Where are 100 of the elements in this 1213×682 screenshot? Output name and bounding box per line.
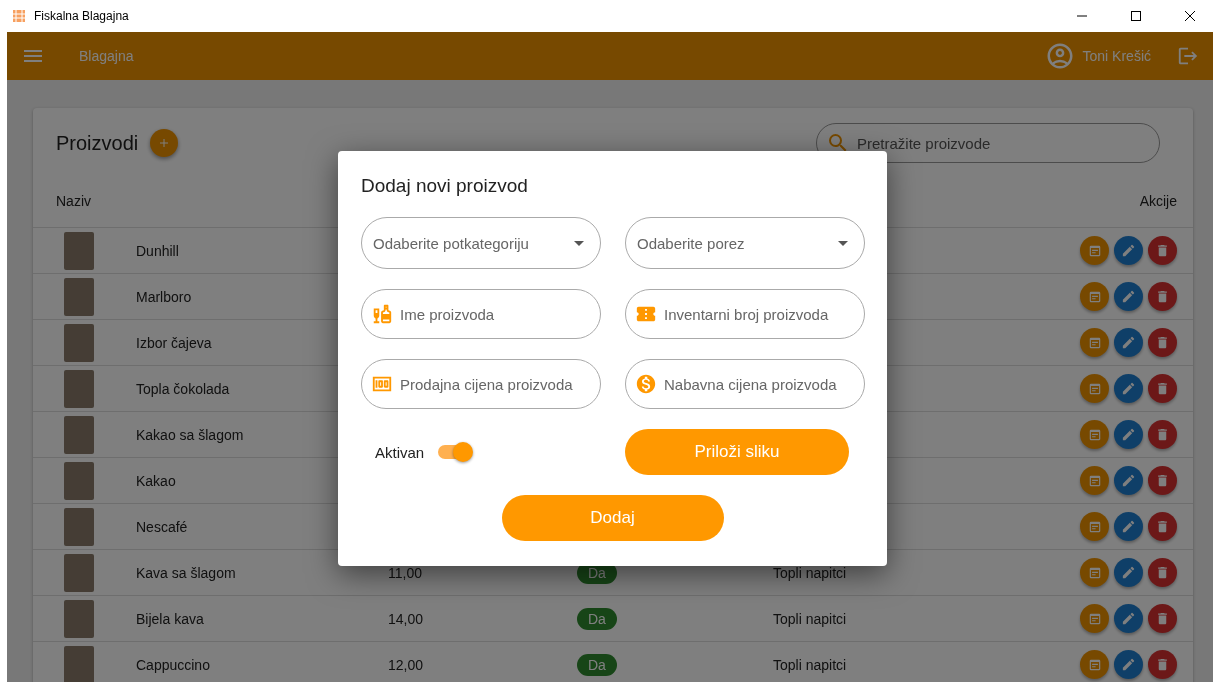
delete-button[interactable]	[1148, 282, 1177, 311]
caret-icon	[838, 241, 848, 246]
delete-button[interactable]	[1148, 466, 1177, 495]
status-badge: Da	[577, 607, 617, 630]
attach-image-button[interactable]: Priloži sliku	[625, 429, 849, 475]
pencil-icon	[1121, 611, 1136, 626]
delete-button[interactable]	[1148, 604, 1177, 633]
active-switch[interactable]	[438, 445, 473, 459]
edit-button[interactable]	[1114, 328, 1143, 357]
window-icon	[1087, 565, 1102, 580]
photo-placeholder	[64, 231, 94, 270]
plus-icon	[160, 139, 169, 147]
photo-placeholder	[64, 461, 94, 500]
pencil-icon	[1121, 289, 1136, 304]
delete-button[interactable]	[1148, 558, 1177, 587]
delete-button[interactable]	[1148, 236, 1177, 265]
window-icon	[1087, 519, 1102, 534]
pencil-icon	[1121, 335, 1136, 350]
submit-button[interactable]: Dodaj	[501, 495, 724, 541]
trash-icon	[1155, 473, 1170, 488]
product-name: Cappuccino	[136, 656, 210, 673]
window-icon	[1087, 657, 1102, 672]
edit-button[interactable]	[1114, 420, 1143, 449]
pencil-icon	[1121, 565, 1136, 580]
edit-button[interactable]	[1114, 236, 1143, 265]
details-button[interactable]	[1080, 604, 1109, 633]
details-button[interactable]	[1080, 558, 1109, 587]
edit-button[interactable]	[1114, 650, 1143, 679]
select-field[interactable]: Odaberite potkategoriju	[361, 217, 601, 269]
product-name: Marlboro	[136, 288, 192, 305]
input-field[interactable]: Prodajna cijena proizvoda	[361, 359, 601, 409]
edit-button[interactable]	[1114, 512, 1143, 541]
details-button[interactable]	[1080, 466, 1109, 495]
product-name: Topla čokolada	[136, 380, 230, 397]
category-cell: Topli napitci	[773, 656, 847, 673]
edit-button[interactable]	[1114, 604, 1143, 633]
trash-icon	[1155, 657, 1170, 672]
edit-button[interactable]	[1114, 282, 1143, 311]
delete-button[interactable]	[1148, 512, 1177, 541]
edit-button[interactable]	[1114, 374, 1143, 403]
input-field[interactable]: Inventarni broj proizvoda	[625, 289, 865, 339]
edit-button[interactable]	[1114, 466, 1143, 495]
window-title: Fiskalna Blagajna	[34, 9, 130, 23]
toggle-label: Aktivan	[375, 443, 425, 461]
window-icon	[1087, 335, 1102, 350]
trash-icon	[1155, 565, 1170, 580]
trash-icon	[1155, 381, 1170, 396]
details-button[interactable]	[1080, 328, 1109, 357]
app-icon	[12, 9, 26, 23]
delete-button[interactable]	[1148, 420, 1177, 449]
window-icon	[1087, 243, 1102, 258]
status-badge: Da	[577, 653, 617, 676]
app-title: Blagajna	[79, 48, 135, 64]
price-cell: 12,00	[388, 656, 424, 673]
category-cell: Topli napitci	[773, 610, 847, 627]
photo-placeholder	[64, 645, 94, 682]
logout-icon[interactable]	[1177, 45, 1199, 67]
delete-button[interactable]	[1148, 328, 1177, 357]
pencil-icon	[1121, 473, 1136, 488]
photo-placeholder	[64, 369, 94, 408]
product-name: Dunhill	[136, 242, 179, 259]
user-name: Toni Krešić	[1082, 48, 1151, 64]
column-header: Akcije	[1139, 193, 1177, 209]
input-field[interactable]: Nabavna cijena proizvoda	[625, 359, 865, 409]
add-button[interactable]	[150, 129, 179, 157]
details-button[interactable]	[1080, 236, 1109, 265]
details-button[interactable]	[1080, 512, 1109, 541]
pencil-icon	[1121, 427, 1136, 442]
details-button[interactable]	[1080, 374, 1109, 403]
photo-placeholder	[64, 323, 94, 362]
select-field[interactable]: Odaberite porez	[625, 217, 865, 269]
close-icon	[1185, 11, 1195, 21]
photo-placeholder	[64, 415, 94, 454]
delete-button[interactable]	[1148, 374, 1177, 403]
window-icon	[1087, 381, 1102, 396]
bottle-icon	[371, 303, 393, 325]
trash-icon	[1155, 519, 1170, 534]
maximize-icon	[1131, 11, 1141, 21]
card-title: Proizvodi	[56, 131, 139, 155]
details-button[interactable]	[1080, 650, 1109, 679]
dollar-icon	[635, 373, 657, 395]
product-name: Kakao sa šlagom	[136, 426, 244, 443]
search-field[interactable]: Pretražite proizvode	[816, 123, 1160, 163]
edit-button[interactable]	[1114, 558, 1143, 587]
product-name: Nescafé	[136, 518, 188, 535]
price-cell: 11,00	[388, 564, 422, 581]
window-icon	[1087, 473, 1102, 488]
details-button[interactable]	[1080, 282, 1109, 311]
photo-placeholder	[64, 507, 94, 546]
trash-icon	[1155, 611, 1170, 626]
pencil-icon	[1121, 519, 1136, 534]
trash-icon	[1155, 243, 1170, 258]
delete-button[interactable]	[1148, 650, 1177, 679]
product-name: Kakao	[136, 472, 176, 489]
product-name: Bijela kava	[136, 610, 204, 627]
input-field[interactable]: Ime proizvoda	[361, 289, 601, 339]
caret-icon	[574, 241, 584, 246]
photo-placeholder	[64, 553, 94, 592]
details-button[interactable]	[1080, 420, 1109, 449]
pencil-icon	[1121, 243, 1136, 258]
